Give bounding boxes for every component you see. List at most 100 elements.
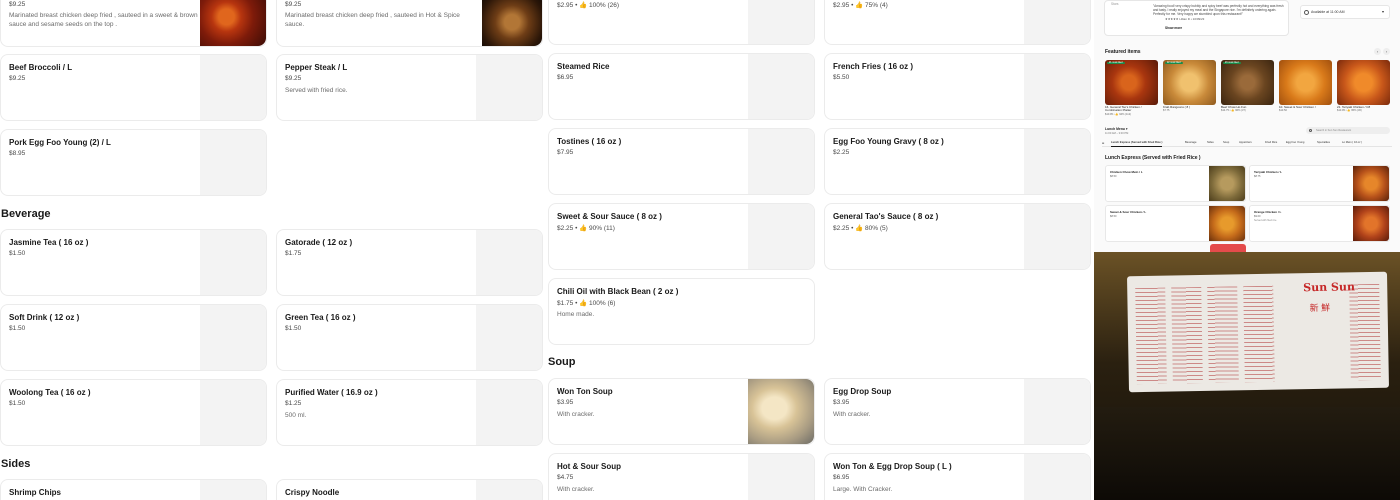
menu-column (1349, 283, 1381, 381)
menu-item-card[interactable]: Steamed Rice $6.95 (548, 53, 815, 120)
menu-column (1171, 286, 1203, 384)
menu-item-card[interactable]: Hot & Sour Soup $4.75 With cracker. (548, 453, 815, 500)
item-photo-placeholder (476, 380, 542, 445)
item-price: $9.00 (1254, 215, 1261, 218)
menu-item-card[interactable]: Pepper Steak / L $9.25 Served with fried… (276, 54, 543, 121)
item-name: General Tao's Sauce ( 8 oz ) (833, 212, 939, 221)
chevron-right-icon[interactable]: › (1383, 48, 1390, 55)
lunch-item-card[interactable]: Sweet & Sour Chicken / L $8.50 (1105, 205, 1246, 242)
show-more-link[interactable]: Show more (1165, 26, 1182, 30)
featured-item[interactable]: #3 most liked Beef Chow Ho Fun $14.75 • … (1221, 60, 1274, 112)
store-search-input[interactable]: Search in Sun Sun Restaurant (1306, 127, 1390, 134)
item-photo-placeholder (748, 454, 814, 500)
menu-item-card[interactable]: Crispy Noodle (276, 479, 543, 500)
tab-beverage[interactable]: Beverage (1185, 141, 1197, 144)
review-source: Stars (1111, 2, 1119, 6)
tab-lunch-express[interactable]: Lunch Express (Served with Fried Rice ) (1111, 141, 1163, 147)
featured-item[interactable]: #2 most liked Krab Rangoons ( 8 ) $7.75 (1163, 60, 1216, 112)
featured-item-price: $13.50 (1279, 109, 1287, 113)
menu-item-card[interactable]: Green Tea ( 16 oz ) $1.50 (276, 304, 543, 371)
featured-items-title: Featured items (1105, 49, 1141, 55)
menu-item-card[interactable]: Purified Water ( 16.9 oz ) $1.25 500 ml. (276, 379, 543, 446)
search-icon (1309, 128, 1312, 132)
menu-logo: Sun Sun (1303, 280, 1356, 295)
item-name: Purified Water ( 16.9 oz ) (285, 388, 378, 397)
featured-item-photo (1105, 60, 1158, 105)
search-placeholder: Search in Sun Sun Restaurant (1316, 129, 1352, 132)
menu-item-card[interactable]: Chili Oil with Black Bean ( 2 oz ) $1.75… (548, 278, 815, 345)
item-price: $1.75 (285, 250, 302, 257)
item-name: Won Ton & Egg Drop Soup ( L ) (833, 462, 952, 471)
menu-item-card[interactable]: Sweet & Sour Sauce ( 8 oz ) $2.25 • 👍 90… (548, 203, 815, 270)
featured-item-photo (1221, 60, 1274, 105)
category-tabs: ☰ Lunch Express (Served with Fried Rice … (1102, 139, 1392, 147)
tab-appetizers[interactable]: Appetizers (1239, 141, 1252, 144)
featured-tag: #3 most liked (1223, 62, 1241, 64)
tab-soup[interactable]: Soup (1223, 141, 1229, 144)
menu-item-card[interactable]: $9.25 Marinated breast chicken deep frie… (276, 0, 543, 47)
featured-item[interactable]: #1 most liked 16. General Tso's Chicken … (1105, 60, 1158, 116)
lunch-item-card[interactable]: Chicken Chow Mein / L $8.50 (1105, 165, 1246, 202)
featured-item[interactable]: 21. Teriyaki Chicken / C8 $13.95 • 👍 95%… (1337, 60, 1390, 112)
item-description: Served with fried rice. (285, 87, 348, 94)
menu-item-card[interactable]: Gatorade ( 12 oz ) $1.75 (276, 229, 543, 296)
availability-selector[interactable]: Available at 11:00 AM ▾ (1300, 5, 1390, 19)
item-photo (1353, 206, 1389, 241)
tab-lo-mein[interactable]: Lo Mein ( 16 oz ) (1342, 141, 1362, 144)
review-card[interactable]: Stars "Amazing food! very crispy bubbly … (1104, 0, 1289, 36)
menu-item-card[interactable]: French Fries ( 16 oz ) $5.50 (824, 53, 1091, 120)
item-photo (1353, 166, 1389, 201)
tab-sides[interactable]: Sides (1207, 141, 1214, 144)
menu-item-card[interactable]: $2.95 • 👍 100% (26) (548, 0, 815, 45)
section-title-sides: Sides (1, 458, 31, 470)
lunch-item-card[interactable]: Orange Chicken / L $9.00 Served with fri… (1249, 205, 1390, 242)
chevron-left-icon[interactable]: ‹ (1374, 48, 1381, 55)
menu-item-card[interactable]: Egg Drop Soup $3.95 With cracker. (824, 378, 1091, 445)
menu-item-card[interactable]: Soft Drink ( 12 oz ) $1.50 (0, 304, 267, 371)
tab-specialties[interactable]: Specialties (1317, 141, 1330, 144)
item-price: $9.25 (9, 1, 26, 8)
item-name: Pork Egg Foo Young (2) / L (9, 138, 111, 147)
section-title-soup: Soup (548, 356, 576, 368)
item-description: With cracker. (833, 411, 871, 418)
item-name: Beef Broccoli / L (9, 63, 73, 72)
menu-item-card[interactable]: Egg Foo Young Gravy ( 8 oz ) $2.25 (824, 128, 1091, 195)
menu-item-card[interactable]: Won Ton & Egg Drop Soup ( L ) $6.95 Larg… (824, 453, 1091, 500)
featured-item[interactable]: 10. Sweet & Sour Chicken / $13.50 (1279, 60, 1332, 112)
menu-item-card[interactable]: Shrimp Chips (0, 479, 267, 500)
chevron-down-icon: ▾ (1381, 9, 1384, 14)
item-price: $6.95 (557, 74, 574, 81)
menu-item-card[interactable]: Pork Egg Foo Young (2) / L $8.95 (0, 129, 267, 196)
tab-egg-foo-young[interactable]: Egg Foo Young (1286, 141, 1304, 144)
featured-item-price: $7.75 (1163, 109, 1170, 113)
item-name: French Fries ( 16 oz ) (833, 62, 914, 71)
lunch-item-card[interactable]: Teriyaki Chicken / L $8.75 (1249, 165, 1390, 202)
item-name: Woolong Tea ( 16 oz ) (9, 388, 91, 397)
tab-fried-rice[interactable]: Fried Rice (1265, 141, 1277, 144)
menu-item-card[interactable]: Tostines ( 16 oz ) $7.95 (548, 128, 815, 195)
item-name: Won Ton Soup (557, 387, 613, 396)
menu-item-card[interactable]: Jasmine Tea ( 16 oz ) $1.50 (0, 229, 267, 296)
menu-item-card[interactable]: $9.25 Marinated breast chicken deep frie… (0, 0, 267, 47)
tab-list-icon[interactable]: ☰ (1102, 141, 1104, 145)
featured-item-price: $14.75 • 👍 96% (37) (1221, 109, 1246, 113)
featured-item-price: $13.95 • 👍 95% (30) (1337, 109, 1362, 113)
menu-item-card[interactable]: General Tao's Sauce ( 8 oz ) $2.25 • 👍 8… (824, 203, 1091, 270)
photo-foreground (1094, 407, 1400, 500)
item-photo (1210, 244, 1246, 252)
item-photo (482, 0, 542, 46)
item-description: With cracker. (557, 486, 595, 493)
menu-hours: 11:00 AM – 3:00 PM (1105, 132, 1129, 135)
review-stars: ★★★★★ Lillian D • 10/09/23 (1165, 17, 1205, 21)
featured-item-photo (1163, 60, 1216, 105)
menu-item-card[interactable]: $2.95 • 👍 75% (4) (824, 0, 1091, 45)
menu-item-card[interactable]: Beef Broccoli / L $9.25 (0, 54, 267, 121)
menu-item-card[interactable]: Woolong Tea ( 16 oz ) $1.50 (0, 379, 267, 446)
item-photo-placeholder (200, 55, 266, 120)
item-price: $8.50 (1110, 215, 1117, 218)
menu-photo: Sun Sun 新 鮮 (1094, 252, 1400, 500)
menu-selector[interactable]: Lunch Menu ▾ (1105, 127, 1128, 131)
item-name: Sweet & Sour Chicken / L (1110, 210, 1147, 214)
menu-item-card[interactable]: Won Ton Soup $3.95 With cracker. (548, 378, 815, 445)
item-photo (1209, 206, 1245, 241)
